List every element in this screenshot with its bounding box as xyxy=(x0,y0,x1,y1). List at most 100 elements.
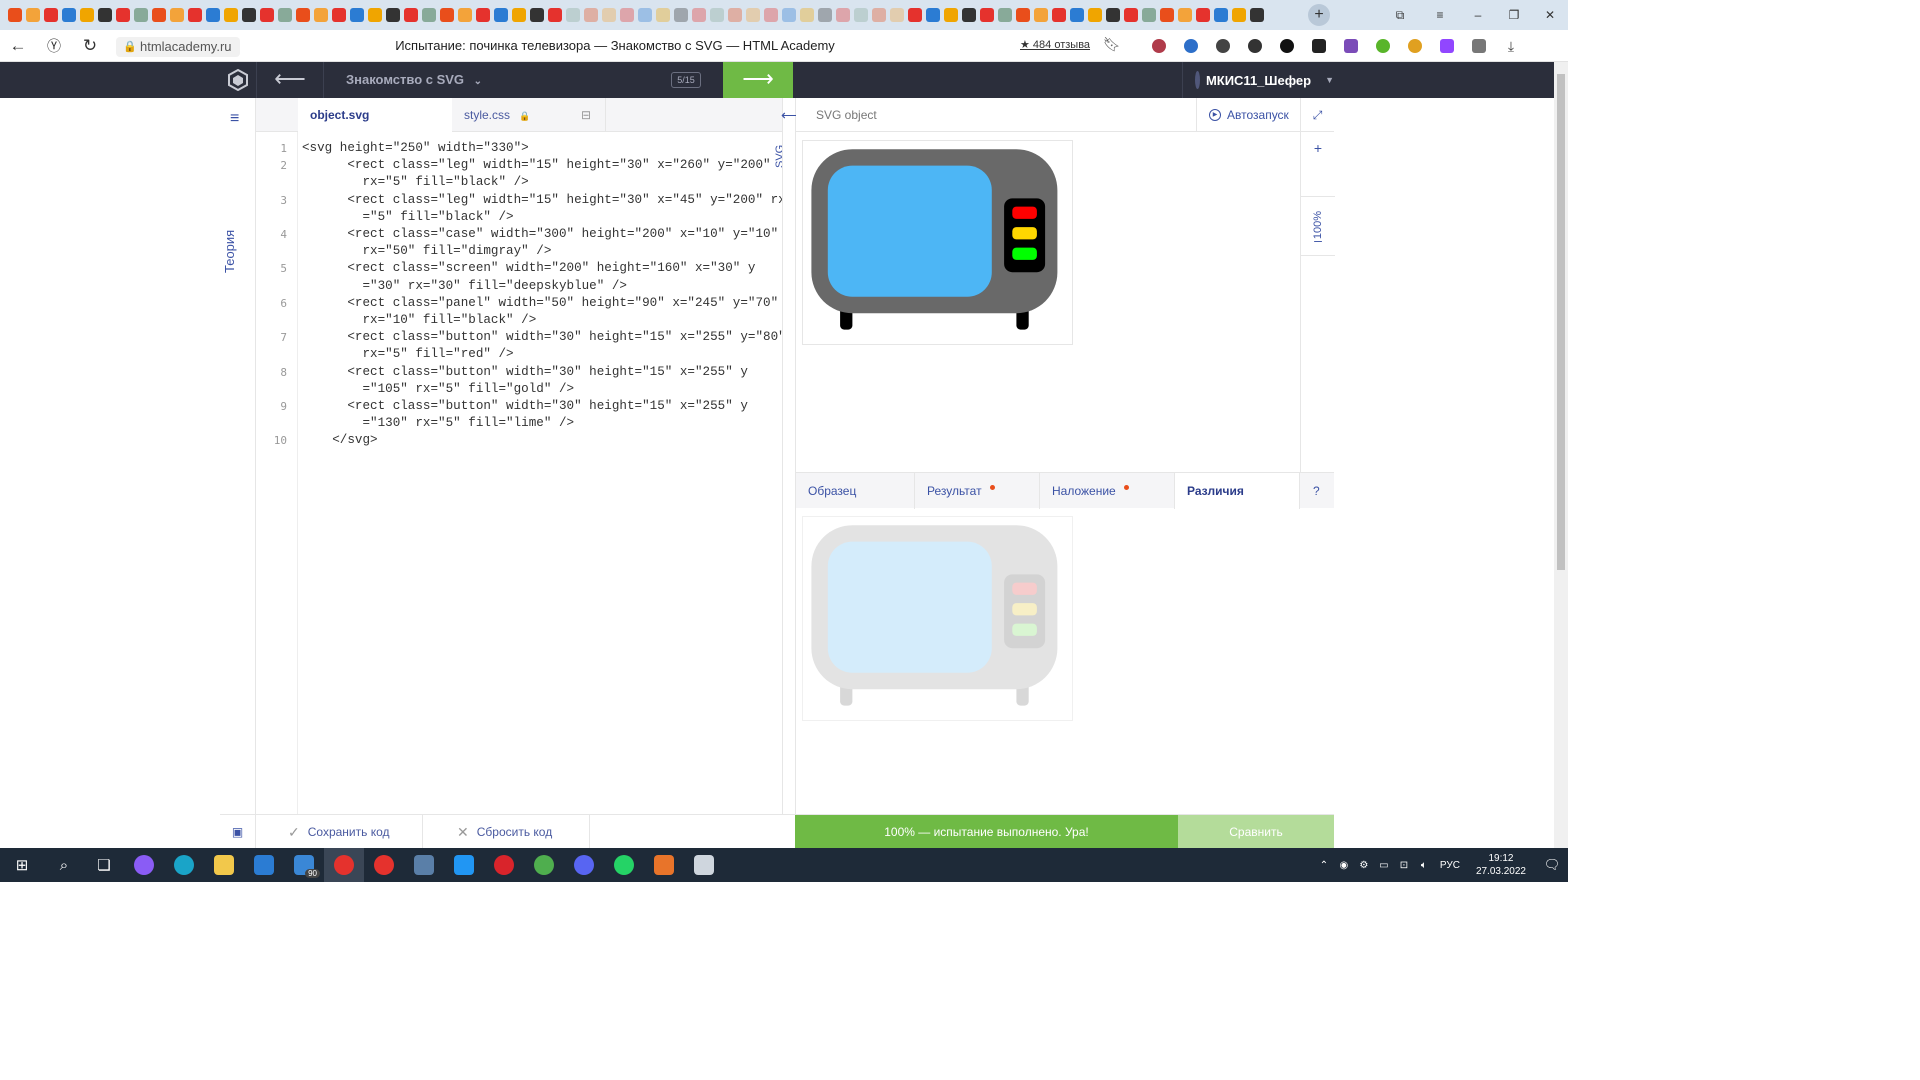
reset-code-button[interactable]: ✕ Сбросить код xyxy=(423,815,590,849)
browser-tab-icon[interactable] xyxy=(1034,8,1048,22)
alice-icon[interactable] xyxy=(124,848,164,882)
browser-tab-icon[interactable] xyxy=(1052,8,1066,22)
hamburger-icon[interactable]: ≡ xyxy=(230,110,239,128)
browser-tab-icon[interactable] xyxy=(134,8,148,22)
bluetooth-icon[interactable]: ⚙ xyxy=(1354,860,1374,871)
code-line[interactable]: </svg> xyxy=(302,432,377,449)
browser-tab-icon[interactable] xyxy=(998,8,1012,22)
tab-manager-icon[interactable]: ⧉ xyxy=(1380,8,1420,23)
code-line[interactable]: rx="5" fill="black" /> xyxy=(302,174,528,191)
browser-tab-icon[interactable] xyxy=(170,8,184,22)
code-line[interactable]: ="130" rx="5" fill="lime" /> xyxy=(302,415,574,432)
browser-tab-icon[interactable] xyxy=(836,8,850,22)
browser-tab-icon[interactable] xyxy=(332,8,346,22)
tab-style-css[interactable]: style.css 🔒 ⊟ xyxy=(452,98,606,132)
download-icon[interactable] xyxy=(1369,35,1397,57)
browser-tab-icon[interactable] xyxy=(1088,8,1102,22)
browser-tab-icon[interactable] xyxy=(1178,8,1192,22)
browser-tab-icon[interactable] xyxy=(908,8,922,22)
code-line[interactable]: <rect class="panel" width="50" height="9… xyxy=(302,295,778,312)
panel-resizer[interactable]: ⟷ xyxy=(781,98,801,814)
code-line[interactable]: <rect class="case" width="300" height="2… xyxy=(302,226,778,243)
downloads-icon[interactable]: ⤓ xyxy=(1497,35,1525,57)
collapse-panel-icon[interactable]: ⊟ xyxy=(581,98,591,132)
code-line[interactable]: ="5" fill="black" /> xyxy=(302,209,513,226)
extension-icon[interactable] xyxy=(1401,35,1429,57)
htmlacademy-logo-icon[interactable] xyxy=(220,62,256,98)
code-line[interactable]: <rect class="button" width="30" height="… xyxy=(302,364,748,381)
autorun-toggle[interactable]: ▶ Автозапуск xyxy=(1196,98,1300,132)
browser-tab-icon[interactable] xyxy=(278,8,292,22)
code-line[interactable]: ="105" rx="5" fill="gold" /> xyxy=(302,381,574,398)
browser-tab-icon[interactable] xyxy=(1250,8,1264,22)
browser-tab-icon[interactable] xyxy=(782,8,796,22)
steam-icon[interactable]: ◉ xyxy=(1334,860,1354,871)
browser-tab-icon[interactable] xyxy=(26,8,40,22)
browser-tab-icon[interactable] xyxy=(548,8,562,22)
browser-tab-icon[interactable] xyxy=(260,8,274,22)
zoom-in-button[interactable]: + xyxy=(1301,140,1335,156)
minimize-icon[interactable]: – xyxy=(1460,8,1496,22)
whatsapp-icon[interactable] xyxy=(604,848,644,882)
browser-tab-icon[interactable] xyxy=(944,8,958,22)
user-menu[interactable]: МКИС11_Шефер ▼ xyxy=(1182,62,1334,98)
browser-tab-icon[interactable] xyxy=(800,8,814,22)
store-icon[interactable] xyxy=(244,848,284,882)
menu-icon[interactable]: ≡ xyxy=(1420,8,1460,22)
browser-tab-icon[interactable] xyxy=(620,8,634,22)
browser-tab-icon[interactable] xyxy=(872,8,886,22)
browser-tab-icon[interactable] xyxy=(1016,8,1030,22)
prev-step-button[interactable]: ⟵ xyxy=(256,62,324,98)
browser-tab-icon[interactable] xyxy=(584,8,598,22)
tab-differences[interactable]: Различия xyxy=(1175,473,1300,509)
code-line[interactable]: <rect class="screen" width="200" height=… xyxy=(302,260,755,277)
extension-icon[interactable] xyxy=(1337,35,1365,57)
feedback-icon[interactable]: ▣ xyxy=(220,815,256,849)
discord-icon[interactable] xyxy=(564,848,604,882)
browser-tab-icon[interactable] xyxy=(368,8,382,22)
browser-tab-icon[interactable] xyxy=(98,8,112,22)
browser-tab-icon[interactable] xyxy=(1232,8,1246,22)
help-button[interactable]: ? xyxy=(1300,473,1334,509)
display-icon[interactable]: ▭ xyxy=(1374,860,1394,871)
code-line[interactable]: <rect class="leg" width="15" height="30"… xyxy=(302,157,770,174)
notifications-icon[interactable]: 🗨︎ xyxy=(1536,857,1568,873)
yandex-icon[interactable] xyxy=(364,848,404,882)
browser-tab-icon[interactable] xyxy=(764,8,778,22)
browser-tab-icon[interactable] xyxy=(404,8,418,22)
browser-tab-icon[interactable] xyxy=(242,8,256,22)
browser-tab-icon[interactable] xyxy=(476,8,490,22)
new-tab-icon[interactable]: + xyxy=(1308,4,1330,26)
page-scrollbar[interactable] xyxy=(1554,62,1568,848)
chevron-up-icon[interactable]: ⌃ xyxy=(1314,860,1334,871)
browser-tab-icon[interactable] xyxy=(62,8,76,22)
browser-tab-icon[interactable] xyxy=(350,8,364,22)
extension-icon[interactable] xyxy=(1465,35,1493,57)
browser-tab-icon[interactable] xyxy=(458,8,472,22)
yandex-browser-icon[interactable] xyxy=(324,848,364,882)
browser-tab-icon[interactable] xyxy=(980,8,994,22)
browser-tab-icon[interactable] xyxy=(224,8,238,22)
app-icon[interactable] xyxy=(644,848,684,882)
tab-object-svg[interactable]: object.svg xyxy=(298,98,452,132)
reviews-link[interactable]: ★ 484 отзыва xyxy=(1020,38,1090,51)
clock[interactable]: 19:12 27.03.2022 xyxy=(1476,852,1526,878)
extension-icon[interactable] xyxy=(1177,35,1205,57)
vk-icon[interactable] xyxy=(1305,35,1333,57)
browser-tab-icon[interactable] xyxy=(728,8,742,22)
tab-overlay[interactable]: Наложение xyxy=(1040,473,1175,509)
browser-tab-icon[interactable] xyxy=(206,8,220,22)
code-line[interactable]: rx="10" fill="black" /> xyxy=(302,312,536,329)
language-indicator[interactable]: РУС xyxy=(1440,860,1460,871)
browser-tab-icon[interactable] xyxy=(440,8,454,22)
extension-icon[interactable] xyxy=(1145,35,1173,57)
browser-tab-icon[interactable] xyxy=(656,8,670,22)
notes-icon[interactable] xyxy=(444,848,484,882)
next-step-button[interactable]: ⟶ xyxy=(723,62,793,98)
browser-tab-icon[interactable] xyxy=(1070,8,1084,22)
browser-tab-icon[interactable] xyxy=(710,8,724,22)
browser-tab-icon[interactable] xyxy=(296,8,310,22)
extension-icon[interactable] xyxy=(1273,35,1301,57)
code-editor[interactable]: <svg height="250" width="330"> <rect cla… xyxy=(302,132,786,814)
code-line[interactable]: <svg height="250" width="330"> xyxy=(302,140,529,157)
